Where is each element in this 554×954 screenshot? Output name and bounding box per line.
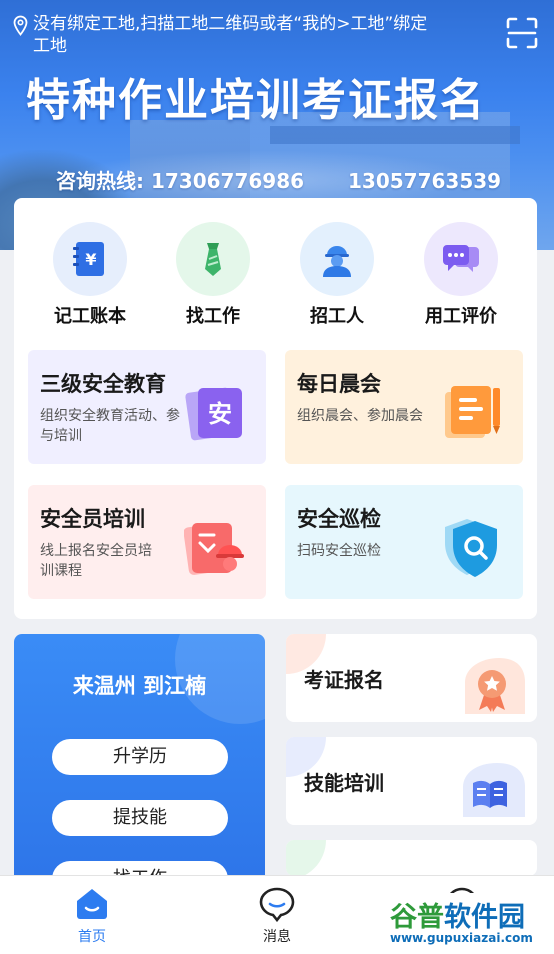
location-bar[interactable]: 没有绑定工地,扫描工地二维码或者“我的>工地”绑定工地 bbox=[12, 13, 433, 57]
chat-bubble-icon bbox=[424, 222, 498, 296]
tile-title: 三级安全教育 bbox=[40, 372, 166, 396]
tab-home[interactable]: 首页 bbox=[52, 886, 132, 946]
service-card-skill-training[interactable]: 技能培训 bbox=[286, 737, 537, 825]
quick-action-label: 用工评价 bbox=[425, 306, 497, 327]
quick-action-ledger[interactable]: ¥ 记工账本 bbox=[45, 222, 135, 328]
medal-icon bbox=[465, 658, 525, 714]
service-card-certification[interactable]: 考证报名 bbox=[286, 634, 537, 722]
ledger-icon: ¥ bbox=[53, 222, 127, 296]
svg-text:安: 安 bbox=[208, 400, 232, 428]
worker-icon bbox=[300, 222, 374, 296]
quick-action-hire-worker[interactable]: 招工人 bbox=[292, 222, 382, 328]
open-book-icon bbox=[463, 763, 525, 817]
tile-safety-officer-training[interactable]: 安全员培训 线上报名安全员培训课程 bbox=[28, 485, 266, 599]
quick-action-label: 找工作 bbox=[186, 306, 240, 327]
document-pen-icon bbox=[445, 386, 500, 438]
hotline: 咨询热线: 17306776986 13057763539 bbox=[56, 165, 501, 194]
service-card-title: 考证报名 bbox=[304, 668, 384, 692]
tile-title: 每日晨会 bbox=[297, 372, 381, 396]
tile-safety-inspection[interactable]: 安全巡检 扫码安全巡检 bbox=[285, 485, 523, 599]
banner-title: 特种作业培训考证报名 bbox=[26, 75, 486, 126]
improve-skill-button[interactable]: 提技能 bbox=[52, 800, 228, 836]
watermark-name: 谷普软件园 bbox=[390, 902, 525, 933]
quick-action-label: 招工人 bbox=[310, 306, 364, 327]
hotline-label: 咨询热线: bbox=[56, 169, 144, 193]
watermark-url: www.gupuxiazai.com bbox=[390, 931, 533, 945]
quick-action-label: 记工账本 bbox=[54, 306, 126, 327]
location-pin-icon bbox=[13, 15, 28, 36]
hotline-number-1[interactable]: 17306776986 bbox=[151, 169, 304, 193]
tab-messages[interactable]: 消息 bbox=[237, 886, 317, 946]
tile-subtitle: 组织晨会、参加晨会 bbox=[297, 408, 423, 424]
quick-action-evaluation[interactable]: 用工评价 bbox=[416, 222, 506, 328]
tab-label: 首页 bbox=[78, 929, 106, 945]
safety-book-icon: 安 bbox=[185, 387, 242, 441]
helmet-cert-icon bbox=[184, 523, 244, 575]
promo-title: 来温州 到江楠 bbox=[72, 674, 207, 698]
service-card-degree[interactable] bbox=[286, 840, 537, 876]
home-icon bbox=[77, 889, 107, 919]
tile-title: 安全员培训 bbox=[40, 507, 145, 531]
tab-label: 消息 bbox=[263, 929, 291, 945]
watermark-logo: 谷普软件园 www.gupuxiazai.com bbox=[386, 893, 552, 951]
main-card: ¥ 记工账本 找工作 招工人 用工评价 三级安全教育 组织安全教育活动、参与培训… bbox=[14, 198, 537, 619]
location-hint: 没有绑定工地,扫描工地二维码或者“我的>工地”绑定工地 bbox=[33, 14, 428, 56]
card-tint bbox=[286, 840, 326, 876]
tile-morning-meeting[interactable]: 每日晨会 组织晨会、参加晨会 bbox=[285, 350, 523, 464]
tie-icon bbox=[176, 222, 250, 296]
hotline-number-2[interactable]: 13057763539 bbox=[348, 169, 501, 193]
promo-panel: 来温州 到江楠 升学历 提技能 找工作 bbox=[14, 634, 265, 894]
banner-building-sign bbox=[270, 126, 520, 144]
scan-icon[interactable] bbox=[505, 16, 539, 50]
tile-safety-education[interactable]: 三级安全教育 组织安全教育活动、参与培训 安 bbox=[28, 350, 266, 464]
shield-search-icon bbox=[445, 519, 497, 577]
upgrade-education-button[interactable]: 升学历 bbox=[52, 739, 228, 775]
tile-title: 安全巡检 bbox=[297, 507, 381, 531]
quick-action-find-job[interactable]: 找工作 bbox=[168, 222, 258, 328]
tile-subtitle: 扫码安全巡检 bbox=[297, 543, 381, 559]
svg-text:¥: ¥ bbox=[85, 250, 96, 269]
tile-subtitle: 组织安全教育活动、参与培训 bbox=[40, 408, 180, 444]
tile-subtitle: 线上报名安全员培训课程 bbox=[40, 543, 152, 579]
message-icon bbox=[259, 887, 295, 922]
service-card-title: 技能培训 bbox=[304, 771, 384, 795]
